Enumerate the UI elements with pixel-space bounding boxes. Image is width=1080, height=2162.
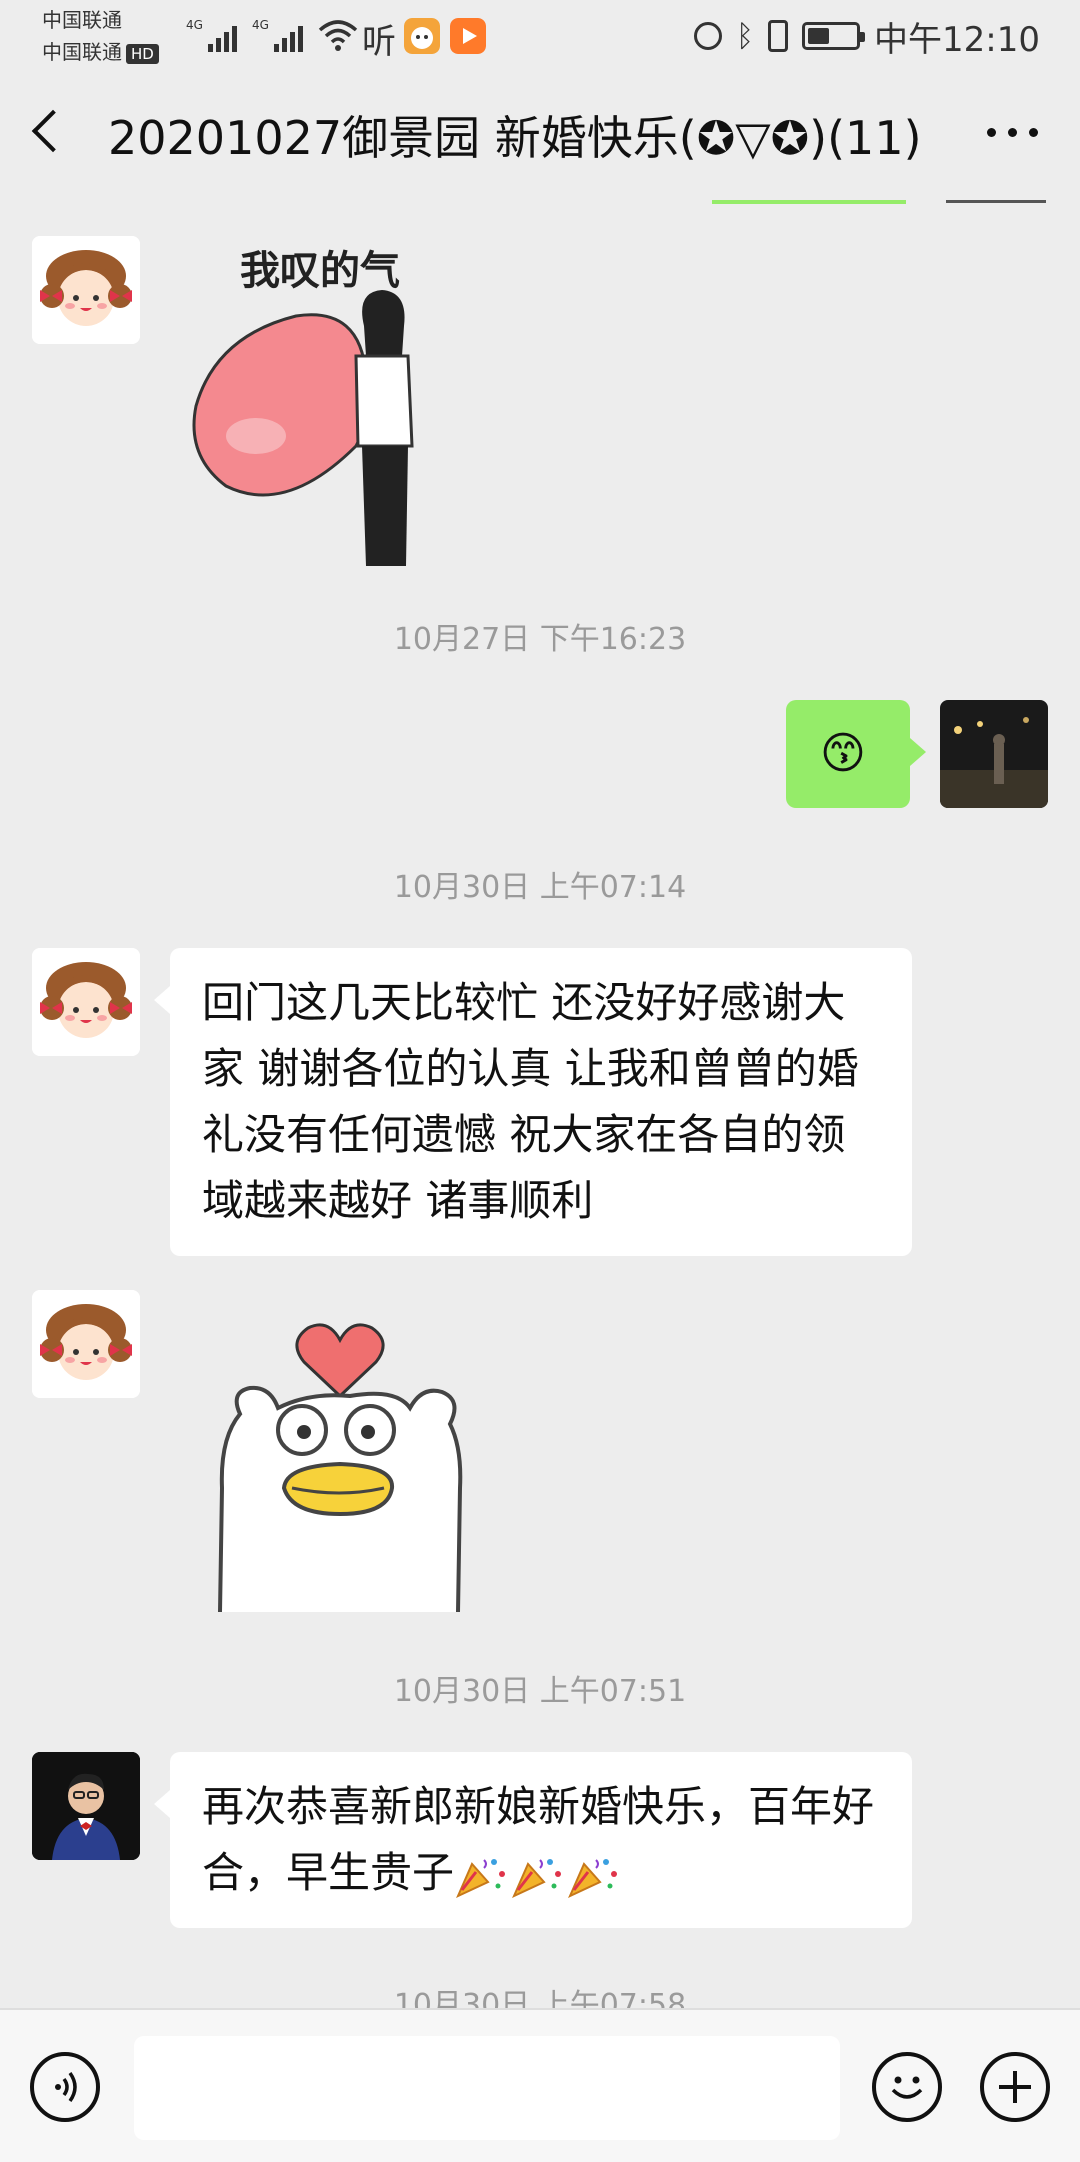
vibrate-icon xyxy=(768,20,789,52)
voice-wave-glyph xyxy=(55,2071,77,2103)
previous-avatar-edge xyxy=(946,200,1046,203)
night-street-avatar-image xyxy=(940,700,1048,808)
carrier-label-2-text: 中国联通 xyxy=(42,40,122,64)
girl-avatar-image xyxy=(32,948,140,1056)
party-popper-icon xyxy=(456,1858,506,1898)
cat-app-icon xyxy=(404,18,440,54)
avatar-girl[interactable] xyxy=(32,948,140,1056)
my-message-bubble[interactable]: 😙 xyxy=(786,700,926,808)
timestamp: 10月30日 上午07:14 xyxy=(393,870,687,905)
avatar-girl[interactable] xyxy=(32,1290,140,1398)
smile-face-glyph xyxy=(891,2076,923,2099)
signal-label-2: 4G xyxy=(252,18,269,32)
battery-fill xyxy=(808,28,829,44)
input-bar xyxy=(0,2008,1080,2162)
more-dots-icon[interactable] xyxy=(987,128,1038,137)
party-popper-icon xyxy=(512,1858,562,1898)
party-popper-icon xyxy=(568,1858,618,1898)
timestamp: 10月27日 下午16:23 xyxy=(393,622,687,657)
video-app-icon xyxy=(450,18,486,54)
bluetooth-icon: ᛒ xyxy=(736,18,755,54)
ting-icon: 听 xyxy=(362,22,396,62)
avatar-man[interactable] xyxy=(32,1752,140,1860)
man-avatar-image xyxy=(32,1752,140,1860)
message-input[interactable] xyxy=(134,2036,840,2140)
emoji-icon[interactable] xyxy=(872,2052,942,2122)
status-bar: 中国联通 中国联通 HD 4G 4G 听 ᛒ 中午12:10 xyxy=(0,0,1080,72)
signal-icon-2: 4G xyxy=(252,18,303,52)
plus-glyph xyxy=(999,2071,1031,2103)
sigh-sticker[interactable]: 我叹的气 xyxy=(186,232,446,566)
avatar-me[interactable] xyxy=(940,700,1048,808)
girl-avatar-image xyxy=(32,236,140,344)
timestamp: 10月30日 上午07:51 xyxy=(393,1674,687,1709)
wifi-icon xyxy=(318,20,358,51)
signal-label-1: 4G xyxy=(186,18,203,32)
status-right: ᛒ 中午12:10 xyxy=(694,10,1040,62)
emoji-message: 😙 xyxy=(820,728,866,779)
previous-bubble-edge xyxy=(712,200,906,204)
battery-icon xyxy=(802,22,866,50)
message-bubble[interactable]: 回门这几天比较忙 还没好好感谢大家 谢谢各位的认真 让我和曾曾的婚礼没有任何遗憾… xyxy=(154,948,912,1256)
balloon-girl-illustration xyxy=(192,290,414,566)
message-text: 回门这几天比较忙 还没好好感谢大家 谢谢各位的认真 让我和曾曾的婚礼没有任何遗憾… xyxy=(202,978,859,1225)
hd-badge: HD xyxy=(126,44,159,64)
chat-header: 20201027御景园 新婚快乐(✪▽✪)(11) xyxy=(0,72,1080,202)
duck-heart-sticker[interactable] xyxy=(200,1288,480,1612)
status-time: 中午12:10 xyxy=(874,19,1040,60)
girl-avatar-image xyxy=(32,1290,140,1398)
avatar-girl[interactable] xyxy=(32,236,140,344)
carrier-label-2: 中国联通 HD xyxy=(42,40,159,64)
alarm-icon xyxy=(694,22,723,50)
chevron-left-icon[interactable] xyxy=(31,109,75,153)
message-bubble[interactable]: 再次恭喜新郎新娘新婚快乐，百年好合，早生贵子 xyxy=(154,1752,912,1928)
plus-icon[interactable] xyxy=(980,2052,1050,2122)
voice-icon[interactable] xyxy=(30,2052,100,2122)
signal-icon-1: 4G xyxy=(186,18,237,52)
page-title: 20201027御景园 新婚快乐(✪▽✪)(11) xyxy=(108,111,922,165)
carrier-label-1: 中国联通 xyxy=(42,8,122,32)
